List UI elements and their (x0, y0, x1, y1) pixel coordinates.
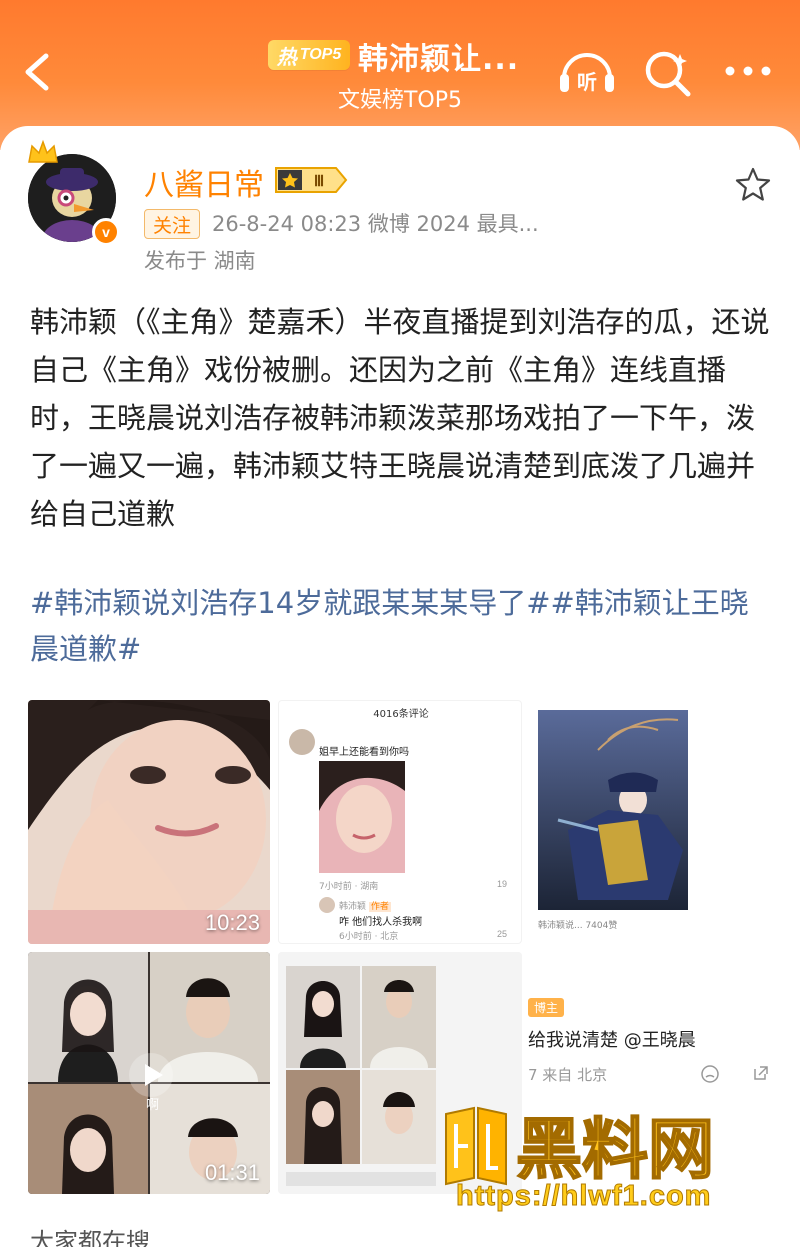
comment-time: 7小时前 · 湖南 (319, 882, 379, 892)
watermark-logo: 黑料网 (445, 1106, 715, 1188)
video-caption: 啊 (146, 1098, 160, 1113)
ranking-subtitle[interactable]: 文娱榜TOP5 (260, 82, 540, 113)
hashtag-link[interactable]: #韩沛颖说刘浩存14岁就跟某某某导了# (30, 586, 551, 620)
reply-text: 咋 他们找人杀我啊 (339, 917, 423, 928)
comment-photo (319, 761, 405, 873)
hot-rank-badge: 热 TOP5 (268, 40, 350, 70)
post-meta: 26-8-24 08:23 微博 2024 最具... (212, 212, 539, 236)
topic-title[interactable]: 韩沛颖让... (358, 34, 548, 78)
commenter-avatar (289, 729, 315, 755)
listen-icon: 听 (560, 53, 614, 94)
listen-button[interactable]: 听 (556, 44, 618, 100)
emoji-icon (701, 1065, 719, 1083)
hashtag-line: #韩沛颖说刘浩存14岁就跟某某某导了##韩沛颖让王晓晨道歉# (30, 580, 770, 672)
crown-icon (28, 139, 58, 163)
opera-photo (538, 710, 688, 910)
post-body: 韩沛颖（《主角》楚嘉禾）半夜直播提到刘浩存的瓜，还说自己《主角》戏份被删。还因为… (30, 305, 770, 531)
back-button[interactable] (16, 48, 60, 96)
reply-time: 6小时前 · 北京 (339, 932, 399, 942)
opera-caption: 韩沛颖说... 7404赞 (538, 921, 618, 931)
author-name[interactable]: 八酱日常 (144, 160, 264, 203)
comment-count: 4016条评论 (373, 709, 429, 720)
follow-button[interactable]: 关注 (144, 209, 200, 239)
selfie-photo (28, 700, 270, 944)
hot-badge-prefix: 热 (276, 46, 297, 69)
post-location: 发布于 湖南 (144, 249, 256, 273)
verified-icon: v (92, 218, 120, 246)
blogger-tag: 博主 (528, 998, 565, 1017)
watermark-url: https://hlwf1.com (456, 1180, 712, 1213)
more-button[interactable] (722, 56, 774, 86)
search-button[interactable] (640, 46, 696, 102)
share-icon (754, 1066, 768, 1080)
search-icon (645, 51, 691, 97)
video-duration: 10:23 (204, 910, 260, 935)
comment-text: 姐早上还能看到你吗 (319, 747, 409, 758)
reply-avatar (319, 897, 335, 913)
comment-likes: 19 (497, 879, 508, 889)
video-duration: 01:31 (204, 1160, 260, 1185)
author-avatar[interactable]: v (26, 138, 122, 248)
watermark-logo-text: 黑料网 (516, 1111, 714, 1188)
level-badge: Ⅲ (275, 167, 348, 193)
listen-label: 听 (577, 70, 597, 94)
level-number: Ⅲ (314, 174, 324, 190)
star-icon (735, 167, 771, 201)
hot-badge-text: TOP5 (299, 46, 342, 63)
play-icon[interactable] (128, 1052, 174, 1098)
post-image-2[interactable]: 4016条评论 姐早上还能看到你吗 7小时前 · 湖南 19 韩沛颖 作者 咋 … (278, 700, 522, 944)
post-image-4[interactable]: 啊 01:31 (28, 952, 270, 1194)
post-image-1[interactable]: 10:23 (28, 700, 270, 944)
more-icon (725, 66, 771, 76)
reply-author: 韩沛颖 作者 (339, 902, 391, 912)
reply-likes: 25 (497, 929, 508, 939)
back-arrow-icon (25, 53, 49, 91)
post-image-3[interactable]: 韩沛颖说... 7404赞 (528, 700, 772, 944)
reply-screenshot-text: 给我说清楚 @王晓晨 (528, 1030, 696, 1051)
trending-search-heading: 大家都在搜 (30, 1228, 150, 1247)
favorite-button[interactable] (734, 166, 772, 204)
reply-screenshot-meta: 7 来自 北京 (528, 1066, 608, 1084)
